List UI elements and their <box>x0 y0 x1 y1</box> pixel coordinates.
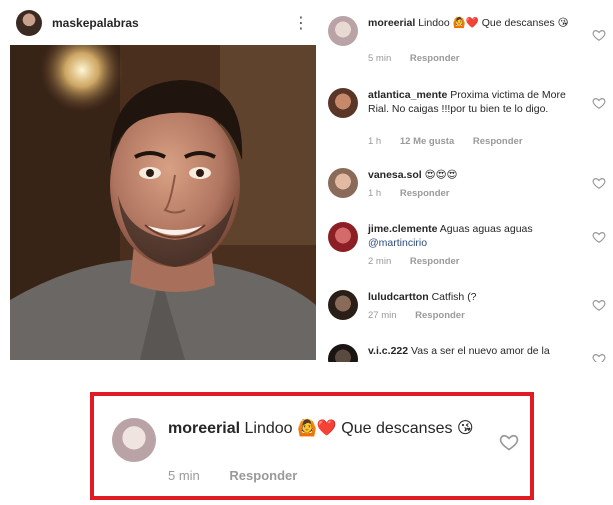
selfie-image <box>10 45 316 360</box>
comments-list[interactable]: moreerial Lindoo 🙆❤️ Que descanses 😘 5 m… <box>320 0 613 362</box>
likes-count[interactable]: 12 Me gusta <box>400 136 454 147</box>
post-author-username[interactable]: maskepalabras <box>52 16 139 30</box>
commenter-avatar[interactable] <box>328 222 358 252</box>
post-author-avatar[interactable] <box>16 10 42 36</box>
reply-button[interactable]: Responder <box>473 136 523 147</box>
comment-text: moreerial Lindoo 🙆❤️ Que descanses 😘 <box>168 418 488 440</box>
post-header: maskepalabras ⋮ <box>10 6 316 40</box>
like-heart-icon[interactable] <box>592 298 606 312</box>
comment-body: Vas a ser el nuevo amor de la <box>411 345 550 357</box>
commenter-avatar[interactable] <box>328 88 358 118</box>
reply-button[interactable]: Responder <box>400 188 450 199</box>
like-heart-icon[interactable] <box>592 28 606 42</box>
like-heart-icon[interactable] <box>499 432 519 452</box>
comment-username[interactable]: jime.clemente <box>368 223 437 235</box>
comment-body: Lindoo 🙆❤️ Que descanses 😘 <box>244 420 474 437</box>
comment-time: 5 min <box>368 53 392 64</box>
comment-time: 1 h <box>368 136 382 147</box>
comment-time: 5 min <box>168 468 200 483</box>
comment-time: 1 h <box>368 188 382 199</box>
comment-time: 2 min <box>368 256 392 267</box>
mention-link[interactable]: @martincirio <box>368 237 427 249</box>
commenter-avatar[interactable] <box>112 418 156 462</box>
commenter-avatar[interactable] <box>328 290 358 320</box>
comment-text: moreerial Lindoo 🙆❤️ Que descanses 😘 <box>368 16 588 30</box>
comment-meta: 5 min Responder <box>368 53 476 64</box>
comment-text: v.i.c.222 Vas a ser el nuevo amor de la <box>368 344 588 358</box>
comment-body: Aguas aguas aguas <box>439 223 533 235</box>
like-heart-icon[interactable] <box>592 96 606 110</box>
reply-button[interactable]: Responder <box>410 53 460 64</box>
comment-username[interactable]: moreerial <box>168 420 240 437</box>
more-options-icon[interactable]: ⋮ <box>293 14 309 34</box>
reply-button[interactable]: Responder <box>229 468 297 483</box>
comment-meta: 27 min Responder <box>368 310 481 321</box>
comment-username[interactable]: vanesa.sol <box>368 169 422 181</box>
comment-text: jime.clemente Aguas aguas aguas @martinc… <box>368 222 588 250</box>
comment-username[interactable]: atlantica_mente <box>368 89 447 101</box>
commenter-avatar[interactable] <box>328 168 358 198</box>
reply-button[interactable]: Responder <box>415 310 465 321</box>
comment-time: 27 min <box>368 310 397 321</box>
reply-button[interactable]: Responder <box>410 256 460 267</box>
commenter-avatar[interactable] <box>328 16 358 46</box>
highlighted-comment-callout: moreerial Lindoo 🙆❤️ Que descanses 😘 5 m… <box>90 392 534 500</box>
post-photo[interactable] <box>10 45 316 360</box>
comment-username[interactable]: moreerial <box>368 17 415 29</box>
comment-username[interactable]: v.i.c.222 <box>368 345 408 357</box>
comment-meta: 5 min Responder <box>168 468 323 483</box>
comment-body: Catfish (? <box>431 291 477 303</box>
comment-meta: 1 h Responder <box>368 188 465 199</box>
comment-text: atlantica_mente Proxima victima de More … <box>368 88 588 116</box>
commenter-avatar[interactable] <box>328 344 358 362</box>
comment-text: luludcartton Catfish (? <box>368 290 588 304</box>
comment-text: vanesa.sol 😍😍😍 <box>368 168 588 182</box>
comment-body: 😍😍😍 <box>424 169 458 181</box>
like-heart-icon[interactable] <box>592 352 606 362</box>
comment-username[interactable]: luludcartton <box>368 291 429 303</box>
comment-meta: 1 h 12 Me gusta Responder <box>368 136 539 147</box>
comment-body: Lindoo 🙆❤️ Que descanses 😘 <box>418 17 569 29</box>
comment-meta: 2 min Responder <box>368 256 476 267</box>
like-heart-icon[interactable] <box>592 230 606 244</box>
like-heart-icon[interactable] <box>592 176 606 190</box>
